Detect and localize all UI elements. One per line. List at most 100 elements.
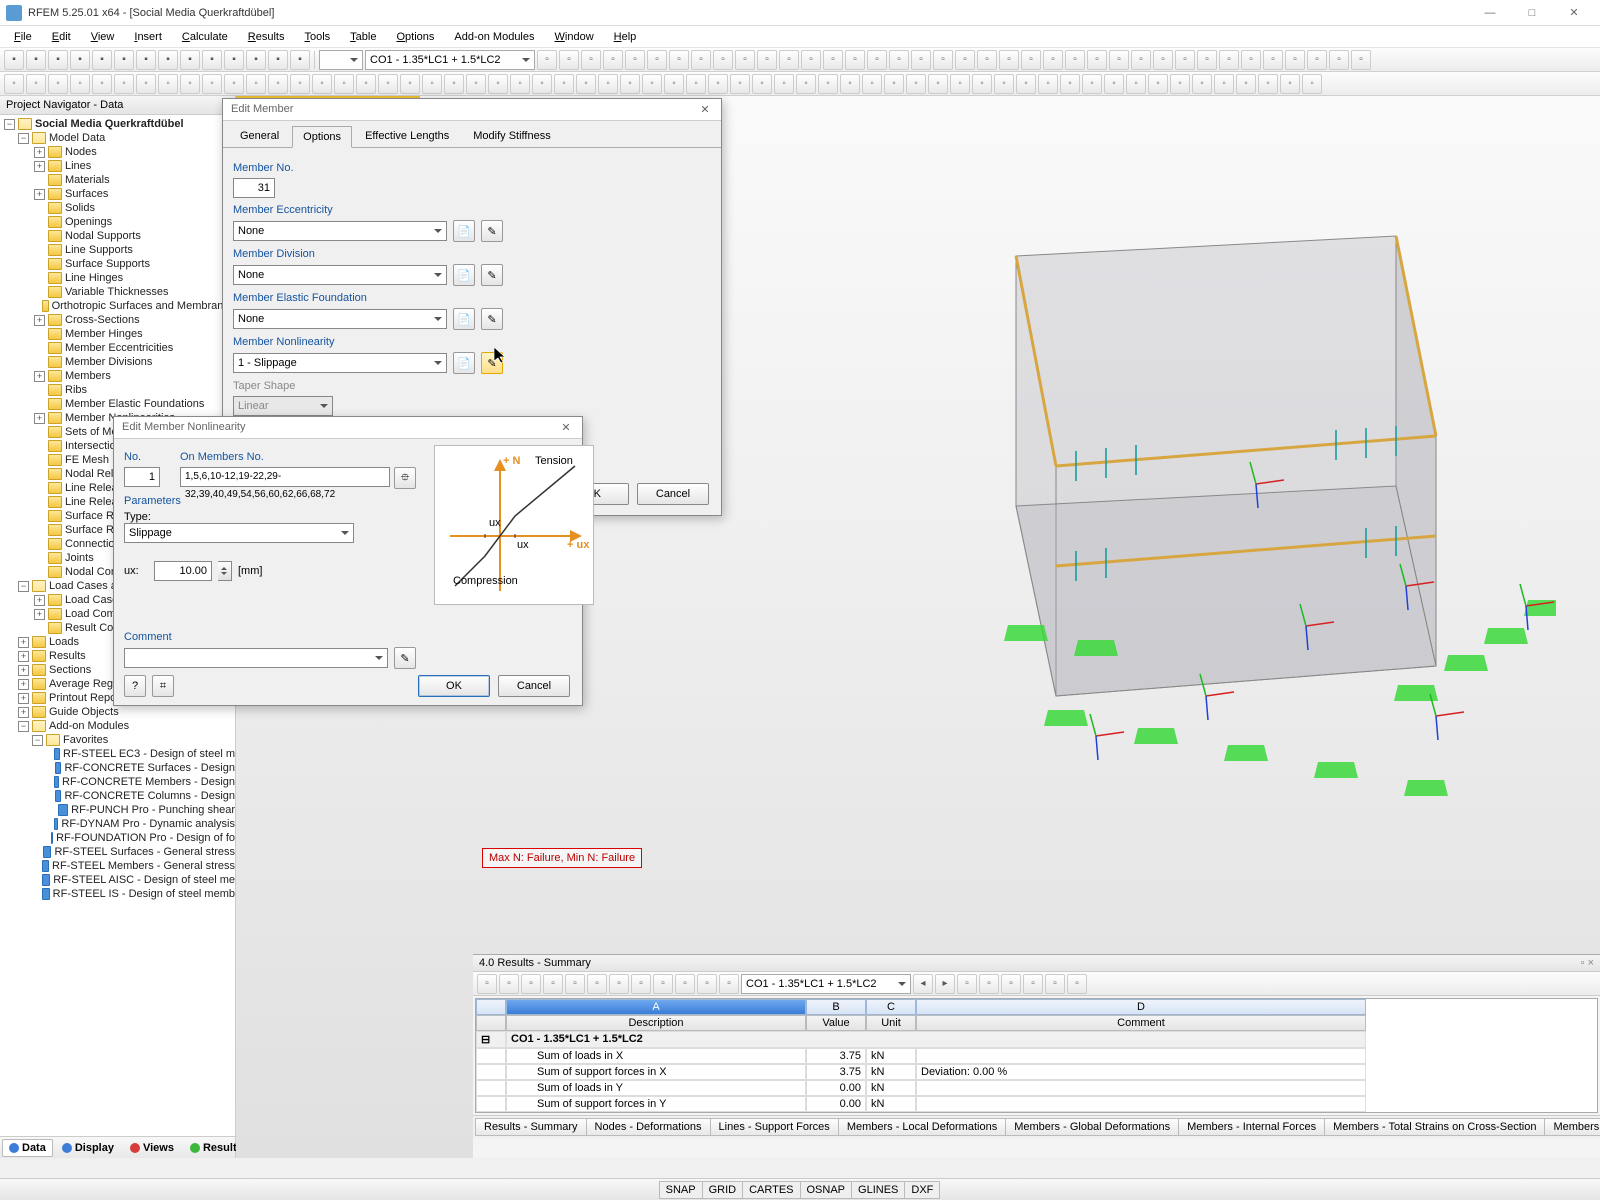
toolbar-button[interactable]: ◦ [576, 74, 596, 94]
ux-input[interactable]: 10.00 [154, 561, 212, 581]
toolbar-button[interactable]: ◦ [422, 74, 442, 94]
toolbar-button[interactable]: ◦ [752, 74, 772, 94]
tree-item[interactable]: RF-STEEL AISC - Design of steel me [53, 874, 235, 886]
toolbar-button[interactable]: ◦ [1104, 74, 1124, 94]
toolbar-button[interactable]: ◦ [180, 74, 200, 94]
tree-item[interactable]: RF-PUNCH Pro - Punching shear [71, 804, 235, 816]
toolbar-button[interactable]: ▫ [867, 50, 887, 70]
tree-item[interactable]: Lines [65, 160, 91, 172]
ux-spinner[interactable] [218, 561, 232, 581]
results-toolbar-button[interactable]: ▫ [653, 974, 673, 994]
minimize-button[interactable]: — [1470, 3, 1510, 23]
tree-item[interactable]: Member Elastic Foundations [65, 398, 204, 410]
help-button[interactable]: ? [124, 675, 146, 697]
results-toolbar-button[interactable]: ▫ [565, 974, 585, 994]
toolbar-combo-loadcase[interactable]: CO1 - 1.35*LC1 + 1.5*LC2 [365, 50, 535, 70]
results-toolbar-button[interactable]: ▫ [609, 974, 629, 994]
tree-item[interactable]: Materials [65, 174, 110, 186]
toolbar-button[interactable]: ▫ [1131, 50, 1151, 70]
tree-item[interactable]: Results [49, 650, 86, 662]
toolbar-button[interactable]: ◦ [400, 74, 420, 94]
tree-favorites[interactable]: Favorites [63, 734, 108, 746]
division-edit-button[interactable]: ✎ [481, 264, 503, 286]
toolbar-button[interactable]: ▫ [581, 50, 601, 70]
toolbar-button[interactable]: ▫ [691, 50, 711, 70]
toolbar-button[interactable]: ▪ [48, 50, 68, 70]
elastic-foundation-new-button[interactable]: 📄 [453, 308, 475, 330]
results-toolbar-button[interactable]: ▫ [587, 974, 607, 994]
results-tab[interactable]: Members - Internal Forces [1178, 1118, 1325, 1136]
toolbar-button[interactable]: ◦ [1280, 74, 1300, 94]
nonlinearity-new-button[interactable]: 📄 [453, 352, 475, 374]
toolbar-button[interactable]: ◦ [994, 74, 1014, 94]
menu-table[interactable]: Table [342, 29, 384, 45]
toolbar-button[interactable]: ◦ [818, 74, 838, 94]
tree-item[interactable]: RF-CONCRETE Members - Design [62, 776, 235, 788]
toolbar-button[interactable]: ◦ [686, 74, 706, 94]
toolbar-button[interactable]: ▫ [889, 50, 909, 70]
nonlinearity-edit-button[interactable]: ✎ [481, 352, 503, 374]
tree-item[interactable]: RF-STEEL IS - Design of steel memb [53, 888, 235, 900]
status-grid[interactable]: GRID [702, 1181, 744, 1199]
toolbar-button[interactable]: ▫ [1109, 50, 1129, 70]
toolbar-button[interactable]: ◦ [862, 74, 882, 94]
menu-tools[interactable]: Tools [296, 29, 338, 45]
member-no-input[interactable]: 31 [233, 178, 275, 198]
toolbar-button[interactable]: ▫ [1065, 50, 1085, 70]
toolbar-button[interactable]: ▫ [669, 50, 689, 70]
menu-edit[interactable]: Edit [44, 29, 79, 45]
results-tab[interactable]: Results - Summary [475, 1118, 587, 1136]
nonlinearity-combo[interactable]: 1 - Slippage [233, 353, 447, 373]
tab-general[interactable]: General [229, 125, 290, 147]
toolbar-button[interactable]: ◦ [4, 74, 24, 94]
tree-item[interactable]: Line Supports [65, 244, 133, 256]
toolbar-button[interactable]: ▫ [1153, 50, 1173, 70]
comment-edit-button[interactable]: ✎ [394, 647, 416, 669]
toolbar-button[interactable]: ▫ [757, 50, 777, 70]
eccentricity-combo[interactable]: None [233, 221, 447, 241]
toolbar-button[interactable]: ◦ [1038, 74, 1058, 94]
status-dxf[interactable]: DXF [904, 1181, 940, 1199]
toolbar-button[interactable]: ▫ [1197, 50, 1217, 70]
toolbar-button[interactable]: ▫ [1263, 50, 1283, 70]
eccentricity-new-button[interactable]: 📄 [453, 220, 475, 242]
tree-item[interactable]: Openings [65, 216, 112, 228]
pick-members-button[interactable]: ⯐ [394, 467, 416, 489]
tree-item[interactable]: Nodes [65, 146, 97, 158]
maximize-button[interactable]: □ [1512, 3, 1552, 23]
elastic-foundation-combo[interactable]: None [233, 309, 447, 329]
toolbar-button[interactable]: ▫ [1219, 50, 1239, 70]
toolbar-button[interactable]: ▫ [801, 50, 821, 70]
eccentricity-edit-button[interactable]: ✎ [481, 220, 503, 242]
toolbar-button[interactable]: ◦ [378, 74, 398, 94]
toolbar-button[interactable]: ◦ [246, 74, 266, 94]
tree-model-data[interactable]: Model Data [49, 132, 105, 144]
toolbar-button[interactable]: ◦ [1016, 74, 1036, 94]
tree-item[interactable]: Ribs [65, 384, 87, 396]
toolbar-button[interactable]: ◦ [708, 74, 728, 94]
toolbar-button[interactable]: ◦ [928, 74, 948, 94]
toolbar-button[interactable]: ▪ [92, 50, 112, 70]
toolbar-button[interactable]: ◦ [906, 74, 926, 94]
toolbar-button[interactable]: ◦ [532, 74, 552, 94]
toolbar-button[interactable]: ▫ [933, 50, 953, 70]
results-prev-button[interactable]: ◂ [913, 974, 933, 994]
menu-file[interactable]: File [6, 29, 40, 45]
results-toolbar-button[interactable]: ▫ [675, 974, 695, 994]
results-toolbar-button[interactable]: ▫ [1045, 974, 1065, 994]
nav-tab-views[interactable]: Views [123, 1139, 181, 1157]
toolbar-button[interactable]: ◦ [158, 74, 178, 94]
tree-item[interactable]: Solids [65, 202, 95, 214]
toolbar-button[interactable]: ◦ [1082, 74, 1102, 94]
toolbar-button[interactable]: ▫ [845, 50, 865, 70]
menu-calculate[interactable]: Calculate [174, 29, 236, 45]
tree-item[interactable]: Joints [65, 552, 94, 564]
results-toolbar-button[interactable]: ▫ [521, 974, 541, 994]
toolbar-button[interactable]: ◦ [290, 74, 310, 94]
toolbar-button[interactable]: ◦ [1148, 74, 1168, 94]
toolbar-button[interactable]: ◦ [598, 74, 618, 94]
results-toolbar-button[interactable]: ▫ [957, 974, 977, 994]
toolbar-button[interactable]: ◦ [334, 74, 354, 94]
division-new-button[interactable]: 📄 [453, 264, 475, 286]
toolbar-button[interactable]: ▫ [1043, 50, 1063, 70]
